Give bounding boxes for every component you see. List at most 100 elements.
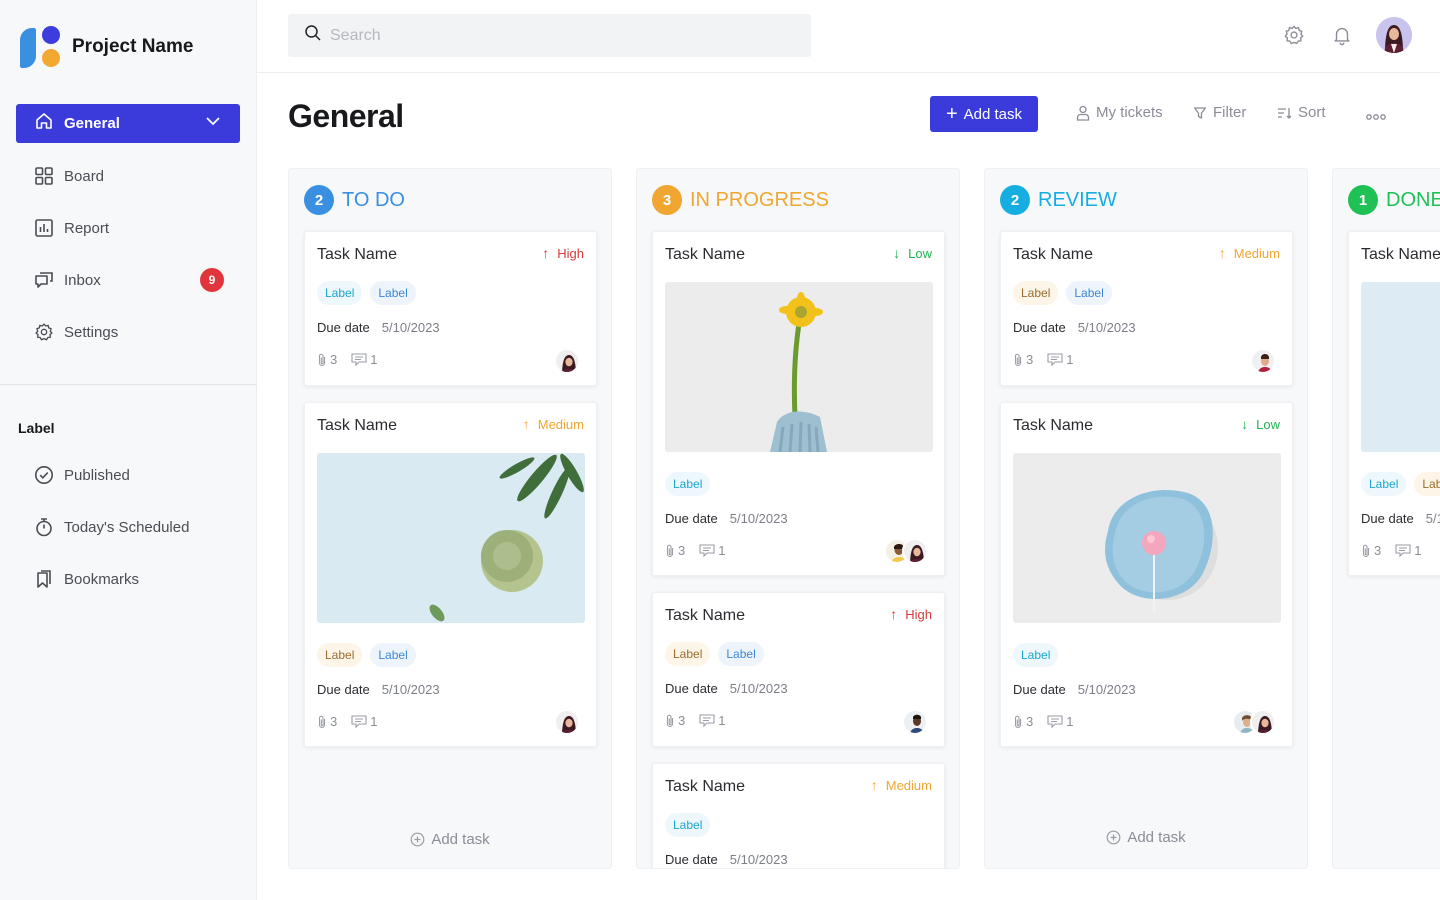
task-card[interactable]: Task Name ↑ High Label Label Due date 5/10… bbox=[304, 231, 597, 386]
column-add-task-button[interactable]: Add task bbox=[985, 829, 1307, 846]
label-chip[interactable]: Label bbox=[665, 472, 711, 496]
task-card[interactable]: Task Name ↓ Low Label Due date 5/10/2023 3… bbox=[1000, 402, 1293, 747]
task-image bbox=[317, 453, 585, 623]
assignee-avatar[interactable] bbox=[1250, 709, 1276, 735]
attachments-count[interactable]: 3 bbox=[665, 713, 685, 728]
sidebar-item-general[interactable]: General bbox=[16, 104, 240, 143]
user-icon bbox=[1076, 105, 1090, 121]
label-chip[interactable]: Label bbox=[1361, 472, 1407, 496]
priority-label: Medium bbox=[1233, 245, 1280, 261]
comments-count[interactable]: 1 bbox=[699, 543, 725, 558]
label-chip[interactable]: Label bbox=[317, 643, 363, 667]
attachments-count[interactable]: 3 bbox=[317, 714, 337, 729]
search-input[interactable] bbox=[330, 26, 790, 45]
comments-count[interactable]: 1 bbox=[351, 352, 377, 367]
brand[interactable]: Project Name bbox=[20, 26, 193, 68]
search-box[interactable] bbox=[288, 14, 811, 57]
sidebar-item-board[interactable]: Board bbox=[16, 150, 240, 202]
my-tickets-label: My tickets bbox=[1096, 104, 1163, 121]
comments-count[interactable]: 1 bbox=[1395, 543, 1421, 558]
card-meta: 3 1 bbox=[1361, 543, 1435, 558]
task-card[interactable]: Task Name ↑ Medium Label Due date 5/10/202… bbox=[652, 763, 945, 868]
priority-label: Medium bbox=[885, 777, 932, 793]
filter-label: Filter bbox=[1213, 104, 1247, 121]
paperclip-icon bbox=[318, 715, 326, 728]
sort-button[interactable]: Sort bbox=[1277, 104, 1326, 121]
task-card[interactable]: Task Name ↑ High Label Label Due date 5/10… bbox=[652, 592, 945, 747]
user-avatar[interactable] bbox=[1376, 17, 1412, 53]
sidebar-item-settings[interactable]: Settings bbox=[16, 306, 240, 358]
label-chip[interactable]: Label bbox=[370, 643, 416, 667]
paperclip-icon bbox=[318, 353, 326, 366]
arrow-down-icon: ↓ bbox=[1241, 416, 1249, 432]
label-list: Label bbox=[665, 813, 718, 837]
settings-gear-icon[interactable] bbox=[1282, 23, 1306, 47]
comments-count[interactable]: 1 bbox=[699, 713, 725, 728]
task-name: Task Name bbox=[665, 246, 746, 263]
sidebar-item-inbox[interactable]: Inbox 9 bbox=[16, 254, 240, 306]
more-options-button[interactable] bbox=[1366, 108, 1386, 125]
assignee-avatar[interactable] bbox=[554, 348, 580, 374]
sidebar-item-published[interactable]: Published bbox=[16, 449, 240, 501]
comment-icon bbox=[351, 714, 367, 728]
label-chip[interactable]: Label bbox=[1013, 281, 1059, 305]
sidebar-item-report[interactable]: Report bbox=[16, 202, 240, 254]
due-date-value: 5/10/2023 bbox=[381, 682, 440, 697]
label-chip[interactable]: Label bbox=[370, 281, 416, 305]
add-task-button[interactable]: + Add task bbox=[930, 96, 1038, 132]
attachments-count[interactable]: 3 bbox=[1361, 543, 1381, 558]
label-chip[interactable]: Label bbox=[665, 642, 711, 666]
add-task-label: Add task bbox=[431, 831, 490, 848]
filter-button[interactable]: Filter bbox=[1193, 104, 1246, 121]
attachments-count[interactable]: 3 bbox=[1013, 714, 1033, 729]
column-review: 2 REVIEW Task Name ↑ Medium Label Label D… bbox=[984, 168, 1308, 869]
sidebar-item-label: Board bbox=[64, 167, 105, 185]
due-date-label: Due date bbox=[1013, 682, 1066, 697]
label-chip[interactable]: Label bbox=[1013, 643, 1059, 667]
assignees bbox=[1250, 348, 1276, 374]
task-card[interactable]: Task Name ↓ Low Label Due date 5/10/2023 3… bbox=[652, 231, 945, 576]
column-in-progress: 3 IN PROGRESS Task Name ↓ Low Label Due d… bbox=[636, 168, 960, 869]
attachments-count[interactable]: 3 bbox=[317, 352, 337, 367]
more-horizontal-icon bbox=[1366, 108, 1386, 125]
assignee-avatar[interactable] bbox=[1250, 348, 1276, 374]
chevron-down-icon[interactable] bbox=[204, 112, 222, 135]
assignee-avatar[interactable] bbox=[902, 709, 928, 735]
sidebar-item-label: Today's Scheduled bbox=[64, 518, 190, 536]
due-date-value: 5/10/2023 bbox=[381, 320, 440, 335]
label-chip[interactable]: Label bbox=[1414, 472, 1440, 496]
priority-badge: ↓ Low bbox=[893, 245, 932, 261]
task-card[interactable]: Task Name Label Label Due date5/10/2023 … bbox=[1348, 231, 1440, 576]
label-chip[interactable]: Label bbox=[665, 813, 711, 837]
topbar bbox=[257, 0, 1440, 73]
sidebar-item-bookmarks[interactable]: Bookmarks bbox=[16, 553, 240, 605]
bell-icon[interactable] bbox=[1330, 23, 1354, 47]
sidebar-item-todays-scheduled[interactable]: Today's Scheduled bbox=[16, 501, 240, 553]
label-chip[interactable]: Label bbox=[317, 281, 363, 305]
comments-count[interactable]: 1 bbox=[1047, 714, 1073, 729]
task-name: Task Name bbox=[317, 417, 398, 434]
bookmark-icon bbox=[34, 569, 54, 589]
search-icon bbox=[304, 24, 322, 47]
paperclip-icon bbox=[666, 714, 674, 727]
app: Project Name General Board Report Inbox … bbox=[0, 0, 1440, 900]
comment-icon bbox=[699, 543, 715, 557]
column-add-task-button[interactable]: Add task bbox=[289, 831, 611, 848]
comments-count[interactable]: 1 bbox=[351, 714, 377, 729]
priority-badge: ↑ High bbox=[542, 245, 584, 261]
add-task-label: Add task bbox=[963, 105, 1023, 123]
assignee-avatar[interactable] bbox=[554, 709, 580, 735]
attachments-count[interactable]: 3 bbox=[665, 543, 685, 558]
column-header: 2 REVIEW bbox=[1000, 185, 1117, 215]
sidebar-item-label: Bookmarks bbox=[64, 570, 140, 588]
my-tickets-button[interactable]: My tickets bbox=[1076, 104, 1163, 121]
assignee-avatar[interactable] bbox=[902, 538, 928, 564]
task-card[interactable]: Task Name ↑ Medium Label Label Due date 5/… bbox=[304, 402, 597, 747]
column-title: IN PROGRESS bbox=[690, 188, 829, 211]
comments-count[interactable]: 1 bbox=[1047, 352, 1073, 367]
attachments-count[interactable]: 3 bbox=[1013, 352, 1033, 367]
task-card[interactable]: Task Name ↑ Medium Label Label Due date 5/… bbox=[1000, 231, 1293, 386]
label-chip[interactable]: Label bbox=[718, 642, 764, 666]
due-date: Due date 5/10/2023 bbox=[1013, 682, 1136, 697]
label-chip[interactable]: Label bbox=[1066, 281, 1112, 305]
